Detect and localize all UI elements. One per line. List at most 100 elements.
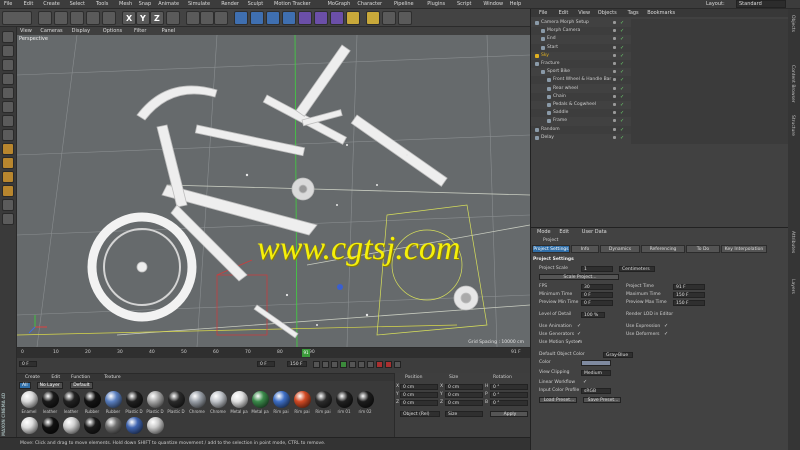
project-scale-unit-select[interactable]: Centimeters	[619, 266, 655, 272]
load-preset-button[interactable]: Load Preset...	[539, 397, 577, 403]
check-icon[interactable]: ✓	[620, 69, 624, 75]
menu-item-file[interactable]: File	[4, 1, 12, 7]
input-color-profile-field[interactable]: sRGB	[581, 388, 611, 394]
check-icon[interactable]: ✓	[620, 102, 624, 108]
sculpt-icon[interactable]	[2, 199, 14, 211]
use-animation-checkbox[interactable]: ✓	[577, 323, 581, 329]
use-motion-system-checkbox[interactable]: ✓	[577, 339, 581, 345]
material-filter-no-layer[interactable]: No Layer	[36, 382, 63, 389]
edges-mode-icon[interactable]	[2, 101, 14, 113]
workplane-icon[interactable]	[2, 73, 14, 85]
menu-item-render[interactable]: Render	[221, 1, 239, 7]
side-tab-attributes[interactable]: Attributes	[790, 231, 795, 277]
array-icon[interactable]	[282, 11, 296, 25]
visibility-dot[interactable]	[613, 103, 616, 106]
object-menu-edit[interactable]: Edit	[559, 10, 569, 16]
material-swatch[interactable]	[252, 391, 269, 408]
material-swatch[interactable]	[84, 391, 101, 408]
visibility-dot[interactable]	[613, 127, 616, 131]
record-button[interactable]	[376, 361, 383, 368]
object-menu-file[interactable]: File	[539, 10, 547, 16]
polygons-mode-icon[interactable]	[2, 115, 14, 127]
material-swatch[interactable]	[168, 391, 185, 408]
brush-icon[interactable]	[2, 213, 14, 225]
material-swatch[interactable]	[126, 391, 143, 408]
timeline[interactable]: 0 10 20 30 40 50 60 70 80 90 91 91 F 0 F 0 F 150 …	[17, 347, 530, 373]
snap-icon[interactable]	[382, 11, 396, 25]
grid-icon[interactable]	[398, 11, 412, 25]
tweak-icon[interactable]	[2, 143, 14, 155]
render-settings-icon[interactable]	[214, 11, 228, 25]
coord-system-icon[interactable]	[166, 11, 180, 25]
menu-item-tools[interactable]: Tools	[96, 1, 108, 7]
material-swatch[interactable]	[210, 391, 227, 408]
size-field[interactable]: 0 cm	[445, 384, 483, 390]
material-swatch[interactable]	[294, 391, 311, 408]
tab-referencing[interactable]: Referencing	[641, 245, 685, 253]
coord-mode-select[interactable]: Object (Rel)	[400, 411, 440, 417]
preview-min-time-field[interactable]: 0 F	[581, 300, 613, 306]
magnet-icon[interactable]	[2, 185, 14, 197]
side-tab-objects[interactable]: Objects	[790, 15, 795, 61]
material-menu-function[interactable]: Function	[71, 375, 90, 380]
check-icon[interactable]: ✓	[620, 77, 624, 83]
visibility-dot[interactable]	[613, 37, 616, 41]
autokey-button[interactable]	[385, 361, 392, 368]
cube-icon[interactable]	[234, 11, 248, 25]
check-icon[interactable]: ✓	[620, 86, 624, 92]
menu-item-animate[interactable]: Animate	[158, 1, 179, 7]
check-icon[interactable]: ✓	[620, 135, 624, 141]
menu-item-window[interactable]: Window	[483, 1, 503, 7]
object-menu-view[interactable]: View	[578, 10, 590, 16]
use-generators-checkbox[interactable]: ✓	[577, 331, 581, 337]
move-icon[interactable]	[54, 11, 68, 25]
fps-field[interactable]: 30	[581, 284, 613, 290]
material-swatch[interactable]	[21, 391, 38, 408]
solo-icon[interactable]	[2, 171, 14, 183]
apply-button[interactable]: Apply	[490, 411, 528, 417]
axis-y-button[interactable]: Y	[136, 11, 150, 25]
menu-item-select[interactable]: Select	[70, 1, 85, 7]
rotation-field[interactable]: 0 °	[490, 384, 528, 390]
tab-project-settings[interactable]: Project Settings	[532, 245, 570, 253]
model-mode-icon[interactable]	[2, 45, 14, 57]
menu-item-motion-tracker[interactable]: Motion Tracker	[274, 1, 311, 7]
material-menu-create[interactable]: Create	[25, 375, 40, 380]
end-frame-field[interactable]: 150 F	[287, 361, 307, 367]
play-button[interactable]	[340, 361, 347, 368]
check-icon[interactable]: ✓	[620, 53, 624, 59]
side-tab-structure[interactable]: Structure	[790, 115, 795, 161]
project-time-field[interactable]: 91 F	[673, 284, 705, 290]
recent-icon[interactable]	[102, 11, 116, 25]
viewport-menu-display[interactable]: Display	[72, 28, 90, 34]
visibility-dot[interactable]	[613, 94, 616, 98]
subdivision-icon[interactable]	[266, 11, 280, 25]
color-swatch[interactable]	[581, 360, 611, 366]
attr-menu-mode[interactable]: Mode	[537, 229, 551, 235]
next-frame-button[interactable]	[349, 361, 356, 368]
check-icon[interactable]: ✓	[620, 36, 624, 42]
menu-item-create[interactable]: Create	[43, 1, 60, 7]
material-swatch[interactable]	[84, 417, 101, 434]
check-icon[interactable]: ✓	[620, 127, 624, 133]
viewport-menu-view[interactable]: View	[20, 28, 32, 34]
material-swatch[interactable]	[336, 391, 353, 408]
light-icon[interactable]	[346, 11, 360, 25]
linear-workflow-checkbox[interactable]: ✓	[583, 379, 587, 385]
attr-menu-user-data[interactable]: User Data	[582, 229, 607, 235]
material-swatch[interactable]	[63, 417, 80, 434]
visibility-dot[interactable]	[613, 135, 616, 139]
visibility-dot[interactable]	[613, 70, 616, 74]
check-icon[interactable]: ✓	[620, 20, 624, 26]
scale-icon[interactable]	[70, 11, 84, 25]
material-swatch[interactable]	[273, 391, 290, 408]
check-icon[interactable]: ✓	[620, 61, 624, 67]
check-icon[interactable]: ✓	[620, 118, 624, 124]
deformer-icon[interactable]	[298, 11, 312, 25]
viewport[interactable]: View Cameras Display Options Filter Panel Per…	[17, 27, 530, 347]
current-frame-field[interactable]: 0 F	[19, 361, 37, 367]
menu-item-help[interactable]: Help	[510, 1, 521, 7]
camera-icon[interactable]	[330, 11, 344, 25]
visibility-dot[interactable]	[613, 21, 616, 24]
object-menu-bookmarks[interactable]: Bookmarks	[647, 10, 675, 16]
